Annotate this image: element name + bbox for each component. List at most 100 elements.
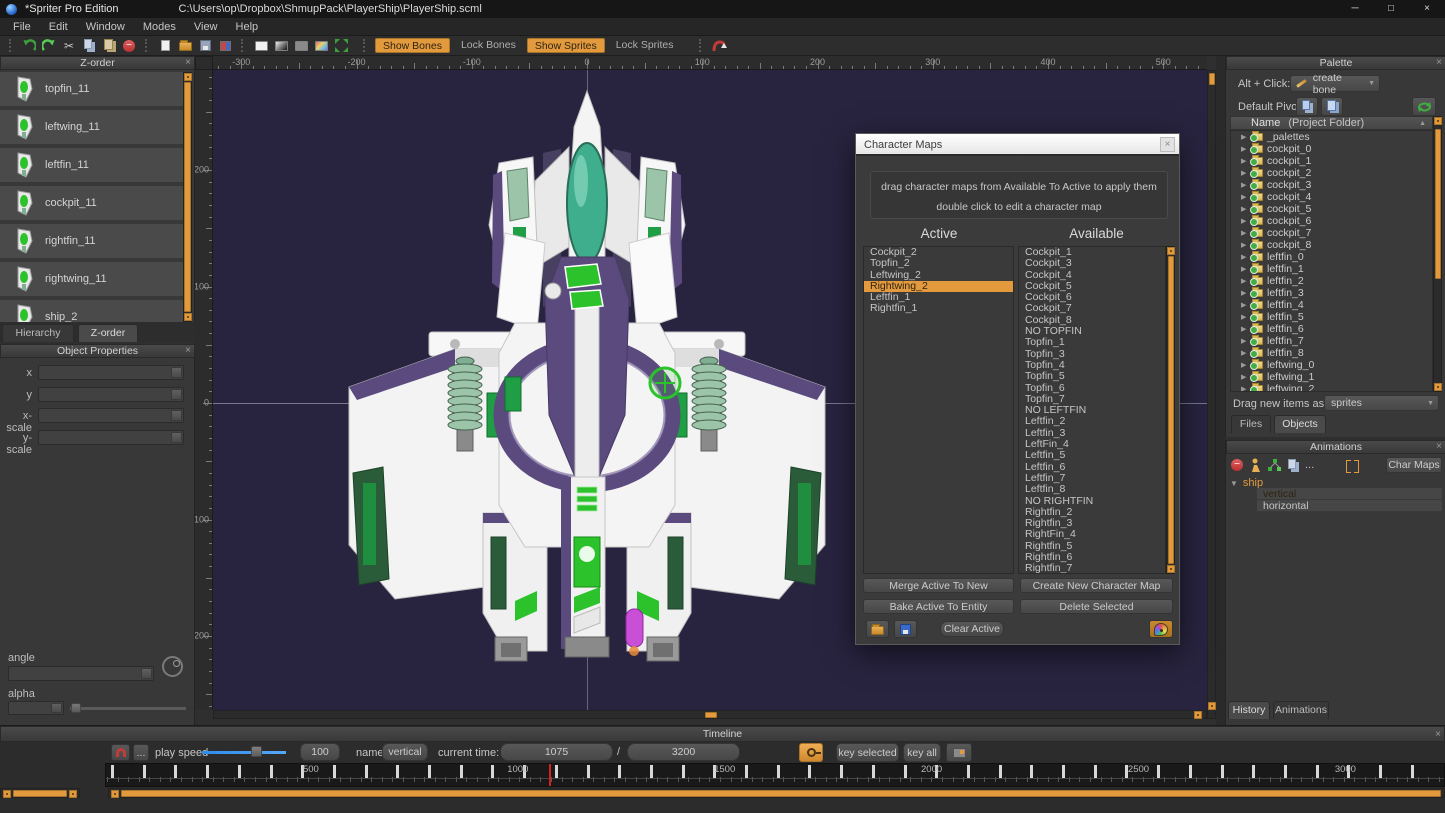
scroll-up-arrow[interactable] — [1167, 247, 1175, 255]
branch-collapsed-icon[interactable]: ▶ — [1241, 361, 1248, 369]
keyframe-marker[interactable] — [682, 765, 685, 778]
canvas-v-scroll-handle[interactable] — [1209, 73, 1215, 85]
palette-tree-row[interactable]: ▶ cockpit_6 — [1231, 215, 1432, 227]
zorder-close-icon[interactable]: × — [185, 57, 191, 69]
bone-tool-icon[interactable] — [711, 38, 727, 53]
track-list-scrollbar[interactable] — [0, 788, 80, 798]
drag-new-items-dropdown[interactable]: sprites ▼ — [1324, 395, 1439, 411]
copy-icon[interactable] — [81, 38, 97, 53]
angle-field[interactable] — [8, 666, 154, 681]
palette-tree-row[interactable]: ▶ leftfin_2 — [1231, 275, 1432, 287]
clear-active-button[interactable]: Clear Active — [940, 621, 1004, 637]
palette-tree-row[interactable]: ▶ cockpit_3 — [1231, 179, 1432, 191]
available-character-maps-list[interactable]: Cockpit_1Cockpit_3Cockpit_4Cockpit_5Cock… — [1018, 246, 1166, 574]
merge-active-button[interactable]: Merge Active To New — [863, 578, 1014, 593]
timeline-close-icon[interactable]: × — [1435, 727, 1441, 742]
snap-button[interactable] — [111, 744, 130, 761]
palette-tree-row[interactable]: ▶ leftfin_1 — [1231, 263, 1432, 275]
y-field-spinner[interactable] — [171, 389, 182, 400]
palette-tree-row[interactable]: ▶ leftwing_0 — [1231, 359, 1432, 371]
palette-tree-row[interactable]: ▶ leftfin_3 — [1231, 287, 1432, 299]
maximize-button[interactable]: □ — [1373, 0, 1409, 18]
zorder-item[interactable]: ship_2 — [0, 300, 183, 322]
keyframe-marker[interactable] — [428, 765, 431, 778]
keyframe-marker[interactable] — [460, 765, 463, 778]
canvas-h-scroll-handle[interactable] — [705, 712, 717, 718]
x-scale-field[interactable] — [38, 408, 184, 423]
branch-collapsed-icon[interactable]: ▶ — [1241, 169, 1248, 177]
x-scale-field-spinner[interactable] — [171, 410, 182, 421]
zorder-item[interactable]: leftfin_11 — [0, 148, 183, 182]
scroll-down-arrow[interactable] — [1167, 565, 1175, 573]
timeline-options-button[interactable]: ... — [133, 744, 149, 761]
scroll-right-arrow[interactable] — [69, 790, 77, 798]
keyframe-marker[interactable] — [840, 765, 843, 778]
alpha-slider-handle[interactable] — [71, 703, 81, 713]
branch-collapsed-icon[interactable]: ▶ — [1241, 277, 1248, 285]
duplicate-animation-icon[interactable] — [1268, 459, 1282, 472]
keyframe-marker[interactable] — [238, 765, 241, 778]
minimize-button[interactable]: ─ — [1337, 0, 1373, 18]
current-time-field[interactable]: 1075 — [500, 743, 613, 761]
zorder-item[interactable]: rightwing_11 — [0, 262, 183, 296]
keyframe-marker[interactable] — [111, 765, 114, 778]
branch-expanded-icon[interactable]: ▼ — [1230, 479, 1238, 488]
animation-item[interactable]: vertical — [1257, 488, 1442, 500]
zorder-item[interactable]: cockpit_11 — [0, 186, 183, 220]
animations-close-icon[interactable]: × — [1436, 441, 1442, 453]
keyframe-marker[interactable] — [206, 765, 209, 778]
keyframe-marker[interactable] — [1189, 765, 1192, 778]
branch-collapsed-icon[interactable]: ▶ — [1241, 205, 1248, 213]
tab-zorder[interactable]: Z-order — [78, 324, 138, 342]
canvas-h-scroll-arrow[interactable] — [1194, 711, 1202, 719]
scrollbar-handle[interactable] — [1435, 129, 1441, 279]
palette-tree-scrollbar[interactable] — [1433, 116, 1442, 392]
keyframe-marker[interactable] — [1221, 765, 1224, 778]
scroll-down-arrow[interactable] — [1434, 383, 1442, 391]
scrollbar-handle[interactable] — [13, 790, 67, 797]
palette-tool-button[interactable] — [1149, 620, 1173, 638]
menu-item[interactable]: Edit — [40, 19, 77, 35]
view-color-icon[interactable] — [313, 38, 329, 53]
menu-item[interactable]: View — [185, 19, 227, 35]
palette-tree-row[interactable]: ▶ leftwing_2 — [1231, 383, 1432, 392]
active-character-map-item[interactable]: Topfin_2 — [864, 258, 1013, 269]
palette-file-tree[interactable]: ▶ _palettes ▶ cockpit_0 ▶ cockpit_1 — [1230, 130, 1433, 392]
timeline-ruler[interactable]: 50010001500200025003000 — [105, 763, 1445, 787]
palette-tree-row[interactable]: ▶ leftfin_5 — [1231, 311, 1432, 323]
keyframe-marker[interactable] — [270, 765, 273, 778]
branch-collapsed-icon[interactable]: ▶ — [1241, 325, 1248, 333]
palette-tree-row[interactable]: ▶ leftfin_6 — [1231, 323, 1432, 335]
palette-tree-row[interactable]: ▶ cockpit_7 — [1231, 227, 1432, 239]
available-character-map-item[interactable]: Topfin_1 — [1019, 337, 1165, 348]
keyframe-marker[interactable] — [745, 765, 748, 778]
palette-tree-row[interactable]: ▶ cockpit_1 — [1231, 155, 1432, 167]
undo-icon[interactable] — [21, 38, 37, 53]
available-character-map-item[interactable]: Leftfin_8 — [1019, 484, 1165, 495]
available-character-map-item[interactable]: Cockpit_3 — [1019, 258, 1165, 269]
zorder-scrollbar[interactable] — [183, 72, 192, 322]
scroll-left-arrow[interactable] — [3, 790, 11, 798]
branch-collapsed-icon[interactable]: ▶ — [1241, 157, 1248, 165]
animation-name-field[interactable]: vertical — [382, 743, 428, 761]
splitter[interactable] — [1216, 56, 1225, 725]
scrollbar-handle[interactable] — [121, 790, 1441, 797]
show-keyframe-images-button[interactable] — [946, 743, 972, 762]
branch-collapsed-icon[interactable]: ▶ — [1241, 217, 1248, 225]
branch-collapsed-icon[interactable]: ▶ — [1241, 193, 1248, 201]
palette-tree-row[interactable]: ▶ leftfin_7 — [1231, 335, 1432, 347]
tab-history[interactable]: History — [1228, 701, 1270, 719]
available-character-map-item[interactable]: Topfin_5 — [1019, 371, 1165, 382]
palette-tree-row[interactable]: ▶ leftwing_1 — [1231, 371, 1432, 383]
keyframe-marker[interactable] — [1284, 765, 1287, 778]
active-character-map-item[interactable]: Rightfin_1 — [864, 303, 1013, 314]
keyframe-marker[interactable] — [808, 765, 811, 778]
active-character-maps-list[interactable]: Cockpit_2Topfin_2Leftwing_2Rightwing_2Le… — [863, 246, 1014, 574]
zorder-item[interactable]: rightfin_11 — [0, 224, 183, 258]
palette-tree-row[interactable]: ▶ leftfin_8 — [1231, 347, 1432, 359]
branch-collapsed-icon[interactable]: ▶ — [1241, 181, 1248, 189]
lock-bones-toggle[interactable]: Lock Bones — [454, 38, 523, 53]
menu-item[interactable]: Help — [227, 19, 268, 35]
palette-close-icon[interactable]: × — [1436, 57, 1442, 69]
zorder-item[interactable]: leftwing_11 — [0, 110, 183, 144]
